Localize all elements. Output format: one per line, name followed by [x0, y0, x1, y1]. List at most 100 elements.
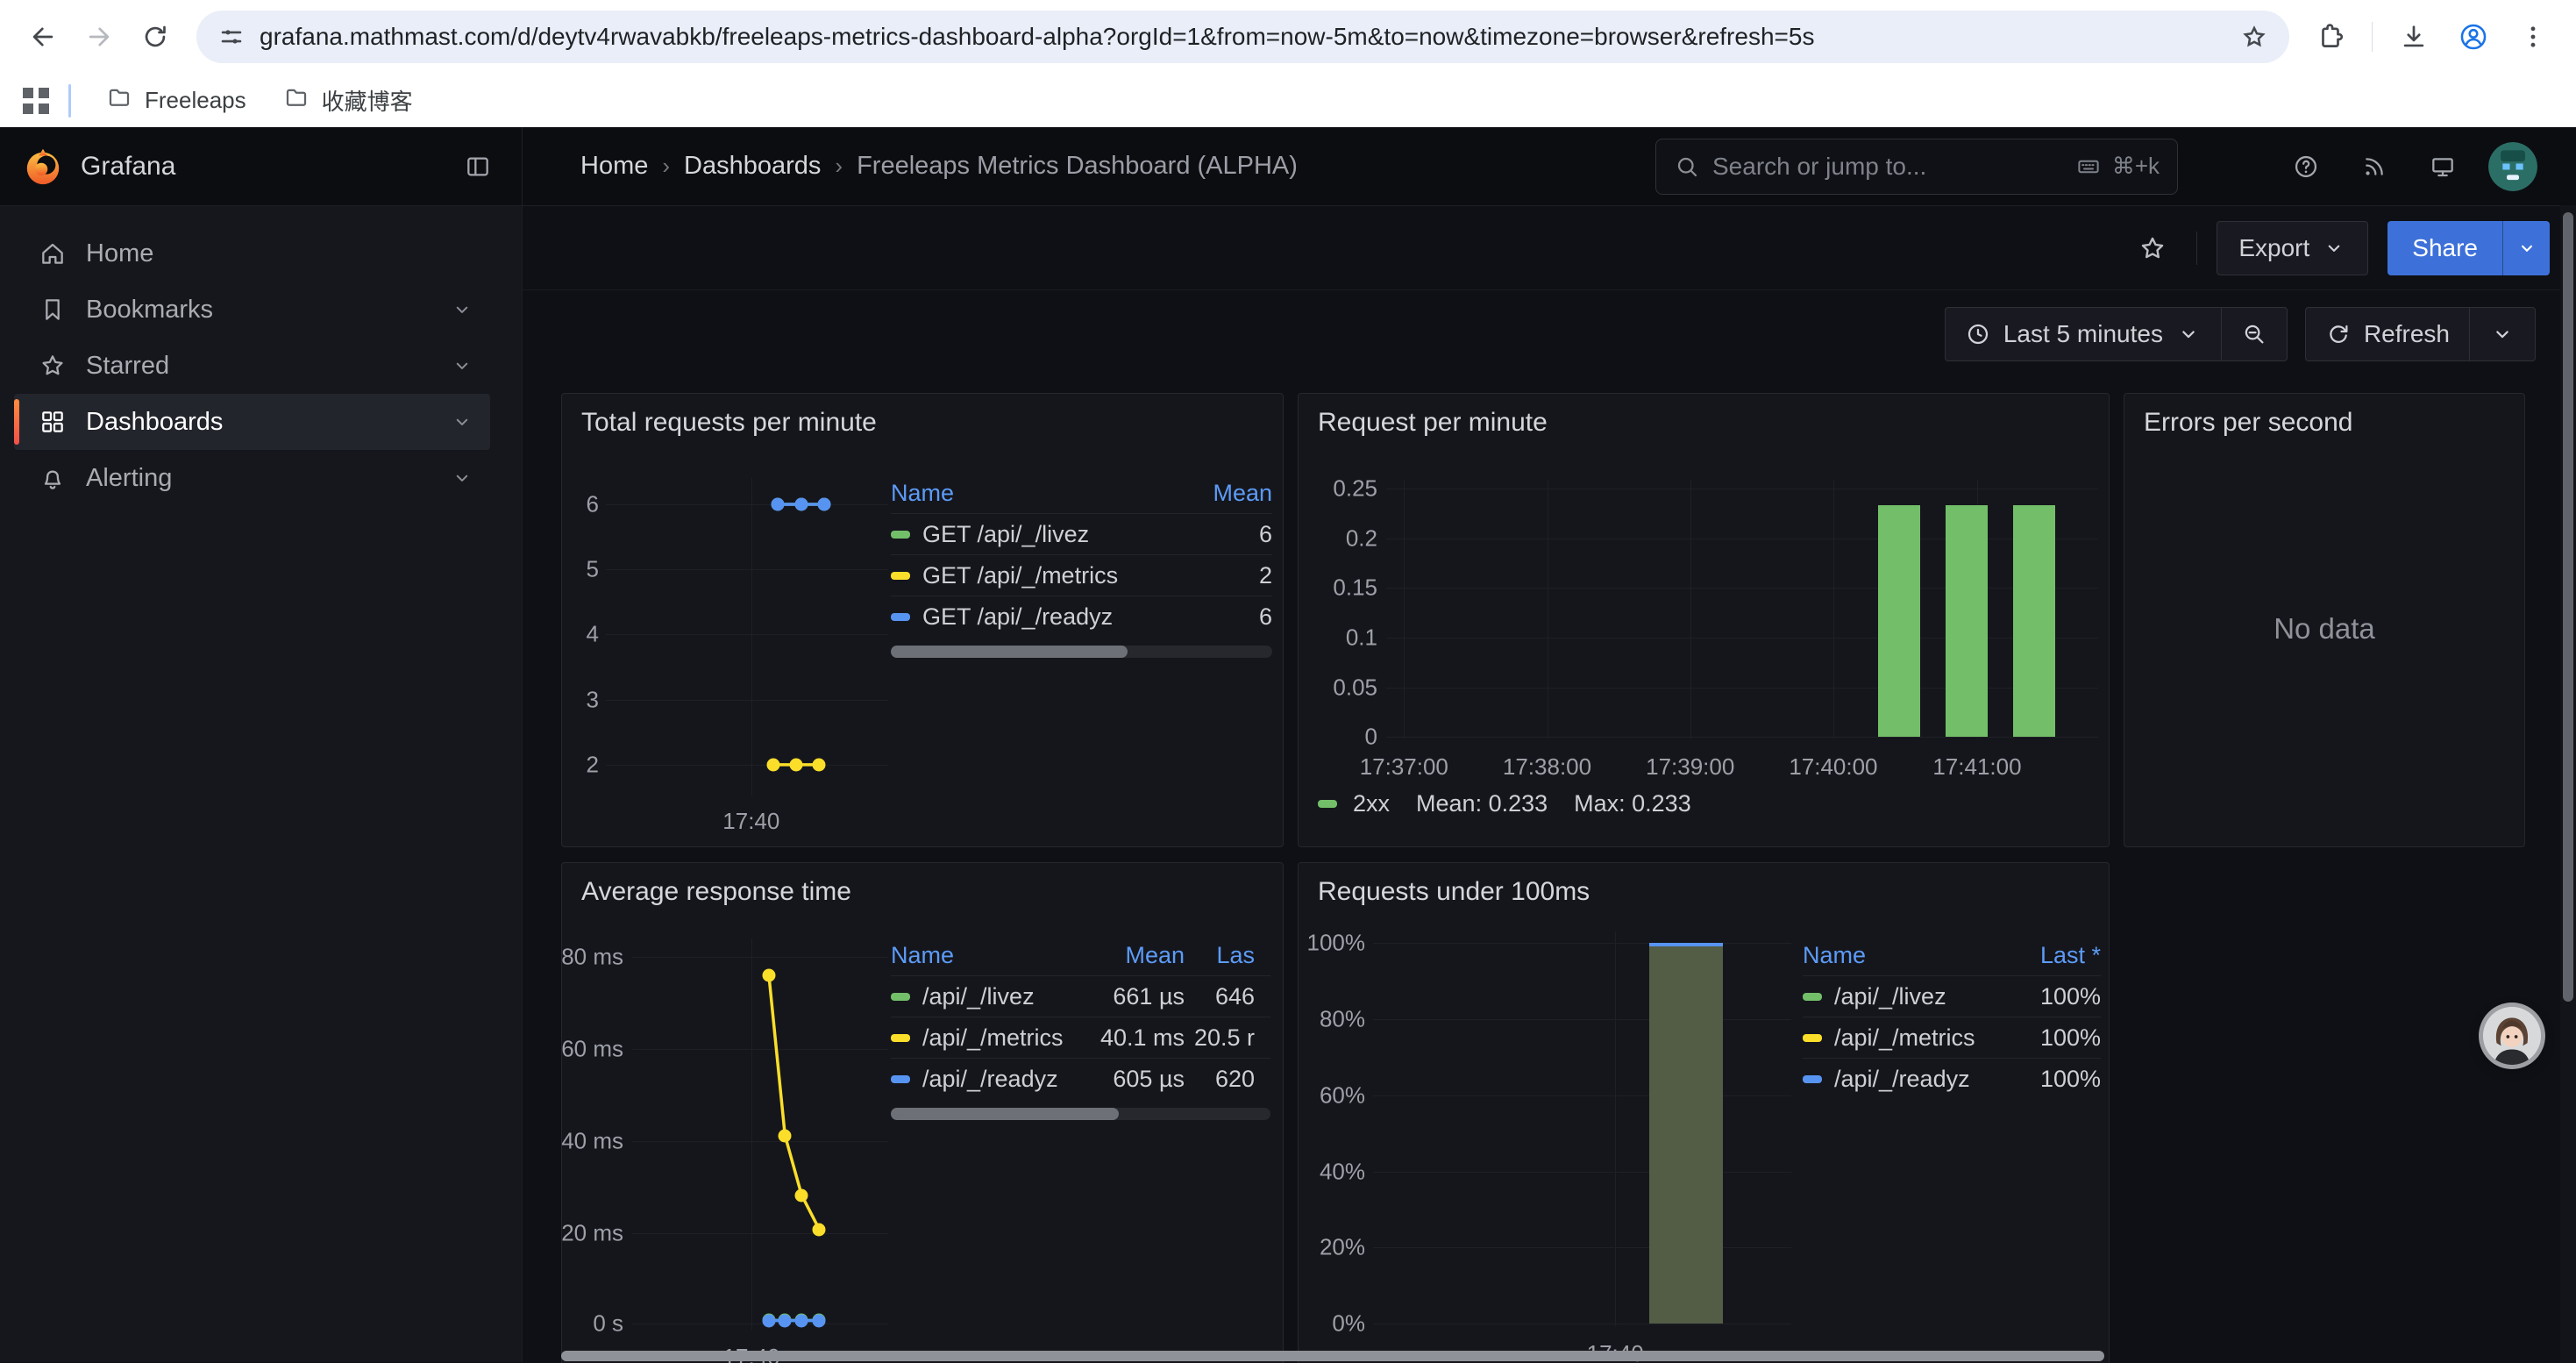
grafana-logo-icon[interactable] [23, 146, 63, 187]
legend-value: 100% [2004, 983, 2101, 1010]
collapse-sidebar-icon[interactable] [455, 144, 501, 189]
zoom-out-button[interactable] [2221, 308, 2287, 360]
legend-value: 2 [1188, 562, 1272, 589]
legend-header-name[interactable]: Name [891, 942, 1066, 969]
share-button[interactable]: Share [2387, 221, 2550, 275]
gridline [1373, 1095, 1791, 1096]
breadcrumb-home[interactable]: Home [580, 152, 648, 181]
legend-header-mean[interactable]: Mean [1066, 942, 1185, 969]
legend-row[interactable]: /api/_/metrics100% [1803, 1017, 2101, 1058]
chart-request-per-minute[interactable] [1386, 480, 2098, 739]
data-point [779, 1129, 792, 1142]
panel-title[interactable]: Errors per second [2144, 408, 2352, 438]
news-icon[interactable] [2352, 144, 2397, 189]
legend-header-name[interactable]: Name [891, 480, 1188, 507]
chevron-down-icon[interactable] [450, 410, 474, 434]
sidebar-item-home[interactable]: Home [14, 225, 490, 282]
legend-row[interactable]: /api/_/readyz100% [1803, 1058, 2101, 1099]
legend-value: 20.5 r [1185, 1024, 1255, 1052]
sidebar-item-starred[interactable]: Starred [14, 338, 490, 394]
bookmark-folder[interactable]: Freeleaps [92, 77, 260, 124]
chevron-down-icon[interactable] [450, 466, 474, 490]
sidebar-item-bookmarks[interactable]: Bookmarks [14, 282, 490, 338]
url-bar[interactable]: grafana.mathmast.com/d/deytv4rwavabkb/fr… [196, 11, 2289, 63]
x-tick: 17:40 [722, 808, 779, 835]
help-icon[interactable] [2283, 144, 2329, 189]
reload-icon[interactable] [130, 11, 181, 62]
monitor-icon[interactable] [2420, 144, 2466, 189]
sidebar-item-dashboards[interactable]: Dashboards [14, 394, 490, 450]
share-label[interactable]: Share [2387, 221, 2502, 275]
chevron-down-icon [2322, 236, 2346, 260]
legend-row[interactable]: /api/_/readyz605 µs620 [891, 1058, 1270, 1099]
series-swatch [1318, 800, 1337, 808]
legend-header-mean[interactable]: Mean [1188, 480, 1272, 507]
refresh-interval-dropdown[interactable] [2469, 308, 2535, 360]
chart-average-response-time[interactable] [632, 938, 888, 1330]
brand-block: Grafana [0, 127, 523, 205]
refresh-button[interactable]: Refresh [2306, 308, 2469, 360]
legend-header-las[interactable]: Las [1185, 942, 1255, 969]
scrollbar-thumb[interactable] [2563, 212, 2573, 1002]
page-vertical-scrollbar[interactable] [2560, 205, 2576, 1363]
scrollbar-thumb[interactable] [891, 646, 1128, 658]
site-settings-icon[interactable] [217, 23, 246, 51]
breadcrumb-current: Freeleaps Metrics Dashboard (ALPHA) [857, 152, 1298, 181]
series-mean: Mean: 0.233 [1416, 790, 1548, 817]
legend-scrollbar[interactable] [891, 1108, 1270, 1120]
downloads-icon[interactable] [2388, 11, 2439, 62]
series-name: /api/_/metrics [1834, 1024, 1975, 1052]
page-horizontal-scrollbar[interactable] [561, 1351, 2104, 1361]
legend-row[interactable]: GET /api/_/readyz6 [891, 596, 1272, 637]
menu-icon[interactable] [2508, 11, 2558, 62]
share-dropdown[interactable] [2502, 221, 2550, 275]
chart-total-requests[interactable] [606, 478, 888, 796]
legend-value: 100% [2004, 1066, 2101, 1093]
time-range-picker[interactable]: Last 5 minutes [1946, 308, 2221, 360]
sidebar-item-alerting[interactable]: Alerting [14, 450, 490, 506]
series-name[interactable]: 2xx [1353, 790, 1390, 817]
export-button[interactable]: Export [2217, 221, 2368, 275]
back-icon[interactable] [18, 11, 68, 62]
series-name: /api/_/metrics [922, 1024, 1064, 1052]
panel-title[interactable]: Request per minute [1318, 408, 1548, 438]
assistant-avatar-bubble[interactable] [2483, 1007, 2541, 1065]
profile-icon[interactable] [2448, 11, 2499, 62]
legend-request-per-minute[interactable]: 2xx Mean: 0.233 Max: 0.233 [1318, 790, 1691, 817]
apps-grid-icon[interactable] [19, 84, 53, 118]
breadcrumb-dashboards[interactable]: Dashboards [684, 152, 821, 181]
legend-header-last-[interactable]: Last * [2004, 942, 2101, 969]
legend-row[interactable]: /api/_/livez661 µs646 [891, 975, 1270, 1017]
scrollbar-thumb[interactable] [891, 1108, 1119, 1120]
legend-value: 605 µs [1066, 1066, 1185, 1093]
panel-title[interactable]: Average response time [581, 877, 851, 907]
bookmark-folder[interactable]: 收藏博客 [269, 77, 427, 124]
series-swatch [891, 572, 910, 580]
legend-row[interactable]: /api/_/metrics40.1 ms20.5 r [891, 1017, 1270, 1058]
search-input[interactable]: Search or jump to... ⌘+k [1655, 139, 2178, 195]
legend-value: 620 [1185, 1066, 1255, 1093]
legend-row[interactable]: GET /api/_/livez6 [891, 513, 1272, 554]
sidebar-item-label: Dashboards [86, 408, 450, 437]
bookmark-star-icon[interactable] [2240, 23, 2268, 51]
url-text[interactable]: grafana.mathmast.com/d/deytv4rwavabkb/fr… [260, 23, 2226, 51]
extensions-icon[interactable] [2305, 11, 2356, 62]
forward-icon[interactable] [74, 11, 125, 62]
legend-row[interactable]: /api/_/livez 100% [1803, 975, 2101, 1017]
chevron-down-icon[interactable] [450, 353, 474, 378]
series-name: /api/_/livez [1834, 983, 1946, 1010]
x-tick: 17:41:00 [1932, 753, 2021, 781]
gridline [1833, 480, 1834, 739]
avatar-girl-icon [2483, 1007, 2541, 1065]
legend-row[interactable]: GET /api/_/metrics2 [891, 554, 1272, 596]
chart-requests-under-100ms[interactable] [1373, 931, 1791, 1326]
legend-scrollbar[interactable] [891, 646, 1272, 658]
favorite-star-icon[interactable] [2128, 224, 2177, 273]
user-avatar[interactable] [2488, 142, 2537, 191]
legend-header-name[interactable]: Name [1803, 942, 2004, 969]
chevron-down-icon[interactable] [450, 297, 474, 322]
panel-title[interactable]: Total requests per minute [581, 408, 877, 438]
panel-title[interactable]: Requests under 100ms [1318, 877, 1590, 907]
data-point [795, 1314, 808, 1327]
browser-actions [2305, 11, 2558, 62]
